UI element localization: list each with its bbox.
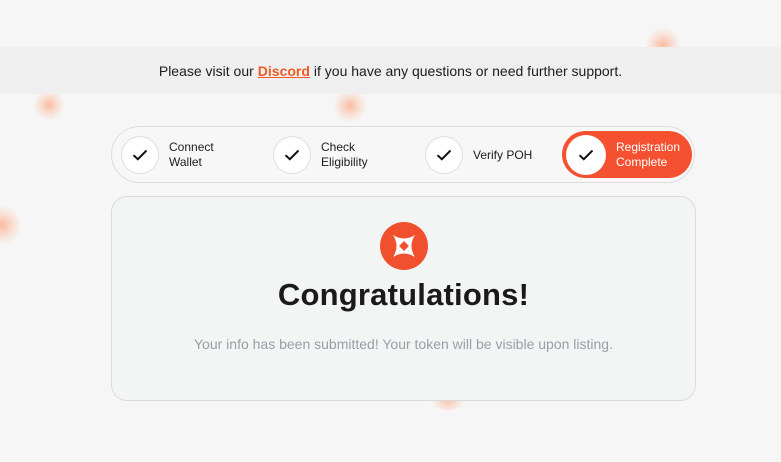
- success-message: Your info has been submitted! Your token…: [194, 336, 613, 352]
- support-banner: Please visit our Discord if you have any…: [0, 47, 781, 94]
- decorative-dot: [334, 90, 366, 122]
- banner-text-before: Please visit our: [158, 62, 254, 79]
- check-icon: [425, 136, 463, 174]
- banner-text-after: if you have any questions or need furthe…: [313, 62, 623, 79]
- step-label: Registration Complete: [616, 139, 681, 169]
- page: Please visit our Discord if you have any…: [0, 0, 781, 462]
- success-card: Congratulations! Your info has been subm…: [111, 196, 696, 401]
- registration-stepper: Connect Wallet Check Eligibility Verify …: [111, 126, 695, 183]
- step-label: Check Eligibility: [321, 140, 368, 169]
- step-verify-poh: Verify POH: [425, 135, 553, 175]
- check-icon: [566, 134, 606, 175]
- check-icon: [273, 136, 311, 174]
- brand-logo-icon: [380, 222, 428, 270]
- step-check-eligibility: Check Eligibility: [273, 135, 401, 175]
- step-connect-wallet: Connect Wallet: [121, 135, 249, 175]
- step-label: Verify POH: [473, 147, 533, 162]
- decorative-dot: [34, 90, 64, 120]
- step-registration-complete: Registration Complete: [562, 131, 692, 178]
- check-icon: [121, 136, 159, 174]
- discord-link[interactable]: Discord: [258, 63, 310, 79]
- page-title: Congratulations!: [277, 277, 530, 312]
- step-label: Connect Wallet: [169, 140, 214, 169]
- decorative-dot: [0, 205, 20, 245]
